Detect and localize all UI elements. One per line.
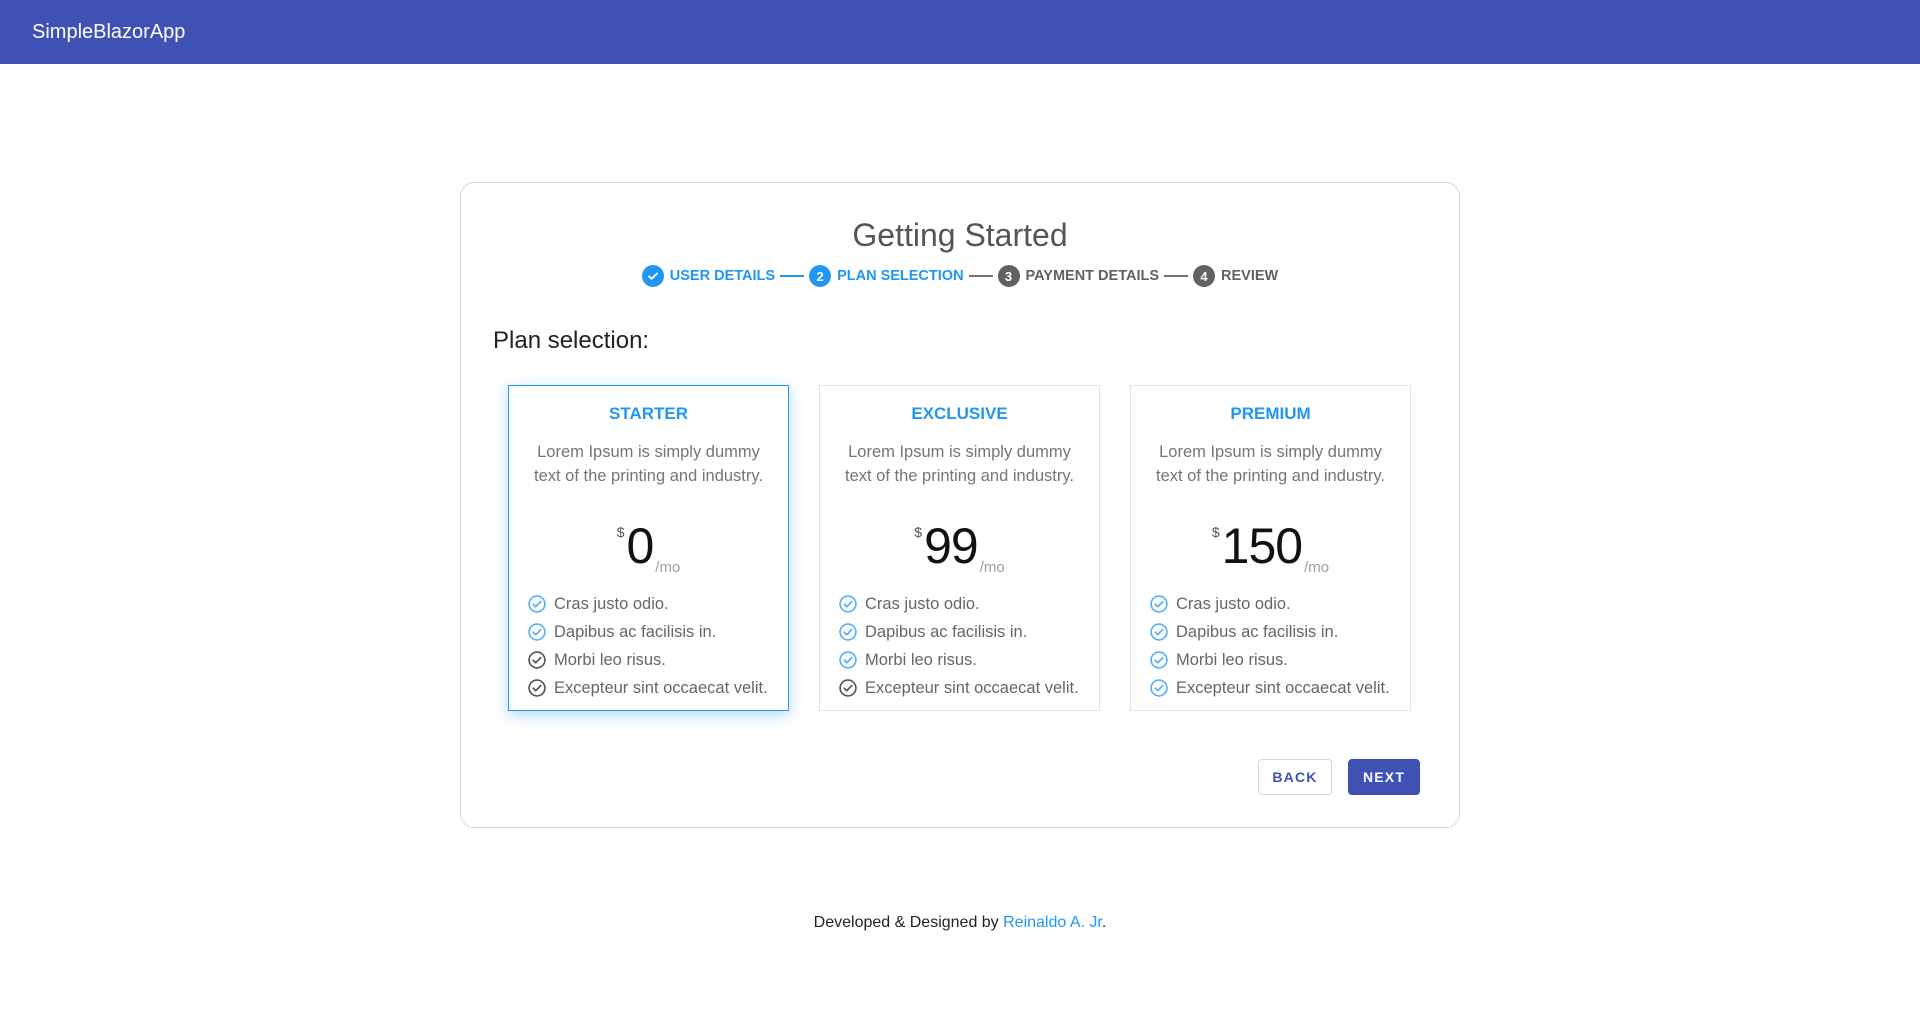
feature-text: Excepteur sint occaecat velit.: [554, 678, 768, 697]
section-title: Plan selection:: [493, 327, 650, 354]
price-currency: $: [616, 524, 625, 540]
wizard-title: Getting Started: [852, 217, 1068, 253]
check-circle-icon: [527, 650, 547, 670]
step-check-icon: [641, 265, 664, 287]
price-currency: $: [914, 524, 923, 540]
feature-text: Morbi leo risus.: [865, 650, 977, 669]
plan-price: $ 0 /mo: [509, 520, 788, 576]
step-label: REVIEW: [1221, 268, 1279, 284]
plan-description: Lorem Ipsum is simply dummy text of the …: [534, 443, 763, 485]
price-period: /mo: [1304, 559, 1330, 576]
check-circle-icon: [1149, 622, 1169, 642]
app-title[interactable]: SimpleBlazorApp: [32, 21, 185, 44]
feature-item: Morbi leo risus.: [527, 646, 788, 674]
stepper: USER DETAILS 2 PLAN SELECTION 3 PAYMENT …: [461, 265, 1459, 287]
next-button[interactable]: NEXT: [1348, 759, 1420, 795]
price-amount: 0: [626, 518, 654, 574]
feature-item: Dapibus ac facilisis in.: [527, 618, 788, 646]
step-label: PLAN SELECTION: [837, 268, 964, 284]
step-label: PAYMENT DETAILS: [1025, 268, 1160, 284]
feature-item: Excepteur sint occaecat velit.: [838, 674, 1099, 702]
step-review[interactable]: 4 REVIEW: [1193, 265, 1278, 287]
feature-item: Excepteur sint occaecat velit.: [1149, 674, 1410, 702]
check-circle-icon: [1149, 678, 1169, 698]
check-circle-icon: [838, 650, 858, 670]
footer: Developed & Designed by Reinaldo A. Jr.: [0, 914, 1920, 932]
check-circle-icon: [838, 622, 858, 642]
check-circle-icon: [527, 622, 547, 642]
plan-name: EXCLUSIVE: [911, 404, 1008, 423]
back-button[interactable]: BACK: [1258, 759, 1332, 795]
step-number: 2: [809, 265, 832, 287]
plan-name: STARTER: [608, 404, 688, 423]
step-plan-selection[interactable]: 2 PLAN SELECTION: [809, 265, 964, 287]
feature-text: Dapibus ac facilisis in.: [1176, 622, 1339, 641]
check-circle-icon: [527, 678, 547, 698]
feature-text: Excepteur sint occaecat velit.: [865, 678, 1079, 697]
feature-item: Excepteur sint occaecat velit.: [527, 674, 788, 702]
plan-card-premium[interactable]: PREMIUM Lorem Ipsum is simply dummy text…: [1130, 385, 1411, 711]
plan-price: $ 150 /mo: [1131, 520, 1410, 576]
feature-item: Cras justo odio.: [838, 590, 1099, 618]
feature-item: Dapibus ac facilisis in.: [1149, 618, 1410, 646]
price-amount: 150: [1221, 518, 1303, 574]
plan-name: PREMIUM: [1230, 404, 1311, 423]
check-circle-icon: [1149, 594, 1169, 614]
footer-suffix: .: [1101, 914, 1107, 931]
feature-item: Dapibus ac facilisis in.: [838, 618, 1099, 646]
feature-text: Cras justo odio.: [554, 594, 669, 613]
check-circle-icon: [527, 594, 547, 614]
plan-price: $ 99 /mo: [820, 520, 1099, 576]
feature-item: Cras justo odio.: [527, 590, 788, 618]
feature-item: Morbi leo risus.: [838, 646, 1099, 674]
feature-list: Cras justo odio. Dapibus ac facilisis in…: [820, 590, 1099, 702]
price-period: /mo: [979, 559, 1005, 576]
feature-text: Morbi leo risus.: [1176, 650, 1288, 669]
price-amount: 99: [924, 518, 979, 574]
step-user-details[interactable]: USER DETAILS: [641, 265, 776, 287]
feature-text: Cras justo odio.: [865, 594, 980, 613]
feature-text: Excepteur sint occaecat velit.: [1176, 678, 1390, 697]
feature-item: Morbi leo risus.: [1149, 646, 1410, 674]
price-period: /mo: [655, 559, 681, 576]
feature-item: Cras justo odio.: [1149, 590, 1410, 618]
step-connector: [968, 275, 993, 277]
app-bar: SimpleBlazorApp: [0, 0, 1920, 64]
plan-card-exclusive[interactable]: EXCLUSIVE Lorem Ipsum is simply dummy te…: [819, 385, 1100, 711]
step-connector: [780, 275, 805, 277]
feature-list: Cras justo odio. Dapibus ac facilisis in…: [509, 590, 788, 702]
wizard-card: Getting Started USER DETAILS 2 PLAN SELE…: [460, 182, 1460, 828]
plan-description: Lorem Ipsum is simply dummy text of the …: [845, 443, 1074, 485]
check-circle-icon: [838, 594, 858, 614]
step-number: 3: [997, 265, 1020, 287]
step-number: 4: [1193, 265, 1216, 287]
price-currency: $: [1211, 524, 1220, 540]
feature-text: Dapibus ac facilisis in.: [865, 622, 1028, 641]
plan-card-starter[interactable]: STARTER Lorem Ipsum is simply dummy text…: [508, 385, 789, 711]
step-label: USER DETAILS: [669, 268, 776, 284]
feature-text: Cras justo odio.: [1176, 594, 1291, 613]
check-circle-icon: [1149, 650, 1169, 670]
feature-text: Dapibus ac facilisis in.: [554, 622, 717, 641]
feature-list: Cras justo odio. Dapibus ac facilisis in…: [1131, 590, 1410, 702]
step-connector: [1164, 275, 1189, 277]
step-payment-details[interactable]: 3 PAYMENT DETAILS: [997, 265, 1160, 287]
feature-text: Morbi leo risus.: [554, 650, 666, 669]
author-link[interactable]: Reinaldo A. Jr: [1003, 914, 1102, 931]
footer-prefix: Developed & Designed by: [813, 914, 1004, 931]
check-circle-icon: [838, 678, 858, 698]
plan-description: Lorem Ipsum is simply dummy text of the …: [1156, 443, 1385, 485]
